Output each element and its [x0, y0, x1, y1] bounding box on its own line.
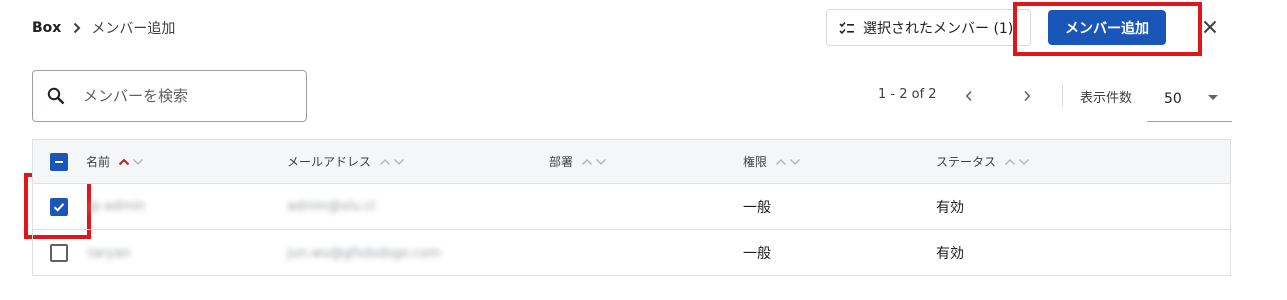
column-status-label: ステータス — [936, 155, 997, 169]
breadcrumb: Box メンバー追加 — [32, 18, 175, 38]
sort-up-icon[interactable] — [775, 158, 787, 166]
member-email: jun.wu@gfsdsdsgo.com — [287, 245, 441, 261]
column-role[interactable]: 権限 — [743, 140, 801, 183]
row-checkbox[interactable] — [50, 197, 68, 216]
breadcrumb-current: メンバー追加 — [91, 21, 176, 37]
per-page-select[interactable]: 50 — [1147, 76, 1232, 122]
sort-up-icon[interactable] — [118, 158, 130, 166]
select-all-checkbox[interactable] — [50, 152, 68, 171]
sort-down-icon[interactable] — [1018, 158, 1030, 166]
chevron-right-icon[interactable] — [1018, 87, 1036, 105]
member-role: 一般 — [743, 246, 771, 262]
member-name: taryan — [88, 245, 131, 261]
chevron-left-icon[interactable] — [960, 87, 978, 105]
sort-up-icon[interactable] — [379, 158, 391, 166]
table-row[interactable]: jp-admin admin@xlu.cl 一般 有効 — [33, 184, 1230, 230]
search-icon — [47, 87, 65, 105]
sort-up-icon[interactable] — [581, 158, 593, 166]
table-header: 名前 メールアドレス 部署 権限 ステータス — [33, 140, 1230, 184]
sort-down-icon[interactable] — [789, 158, 801, 166]
row-checkbox-cell — [50, 230, 68, 276]
checklist-icon — [839, 21, 855, 35]
pagination-range: 1 - 2 of 2 — [878, 87, 937, 102]
column-role-label: 権限 — [743, 155, 768, 169]
highlight-box — [1013, 2, 1202, 56]
select-all-cell — [50, 140, 68, 183]
chevron-right-icon — [73, 22, 81, 34]
selected-members-label: 選択されたメンバー (1) — [863, 20, 1014, 37]
row-checkbox-cell — [50, 184, 68, 229]
per-page-value: 50 — [1164, 90, 1182, 107]
column-email[interactable]: メールアドレス — [287, 140, 405, 183]
sort-up-icon[interactable] — [1004, 158, 1016, 166]
member-status: 有効 — [936, 199, 964, 216]
sort-down-icon[interactable] — [132, 158, 144, 166]
column-status[interactable]: ステータス — [936, 140, 1030, 183]
caret-down-icon — [1208, 95, 1218, 100]
members-table: 名前 メールアドレス 部署 権限 ステータス jp-admin admin@xl… — [32, 139, 1231, 276]
sort-down-icon[interactable] — [393, 158, 405, 166]
search-box — [32, 70, 307, 122]
column-name-label: 名前 — [86, 155, 111, 169]
column-department-label: 部署 — [549, 155, 574, 169]
row-checkbox[interactable] — [50, 244, 68, 262]
column-name[interactable]: 名前 — [86, 140, 144, 183]
table-row[interactable]: taryan jun.wu@gfsdsdsgo.com 一般 有効 — [33, 230, 1230, 276]
column-department[interactable]: 部署 — [549, 140, 607, 183]
member-status: 有効 — [936, 246, 964, 262]
search-input[interactable] — [83, 87, 283, 105]
sort-down-icon[interactable] — [595, 158, 607, 166]
close-icon[interactable] — [1201, 18, 1219, 36]
member-role: 一般 — [743, 199, 771, 216]
column-email-label: メールアドレス — [287, 155, 372, 169]
member-email: admin@xlu.cl — [287, 199, 376, 214]
divider — [1062, 84, 1063, 106]
member-name: jp-admin — [88, 199, 146, 214]
breadcrumb-root[interactable]: Box — [32, 20, 61, 36]
per-page-label: 表示件数 — [1080, 91, 1133, 106]
selected-members-button[interactable]: 選択されたメンバー (1) — [826, 9, 1031, 46]
